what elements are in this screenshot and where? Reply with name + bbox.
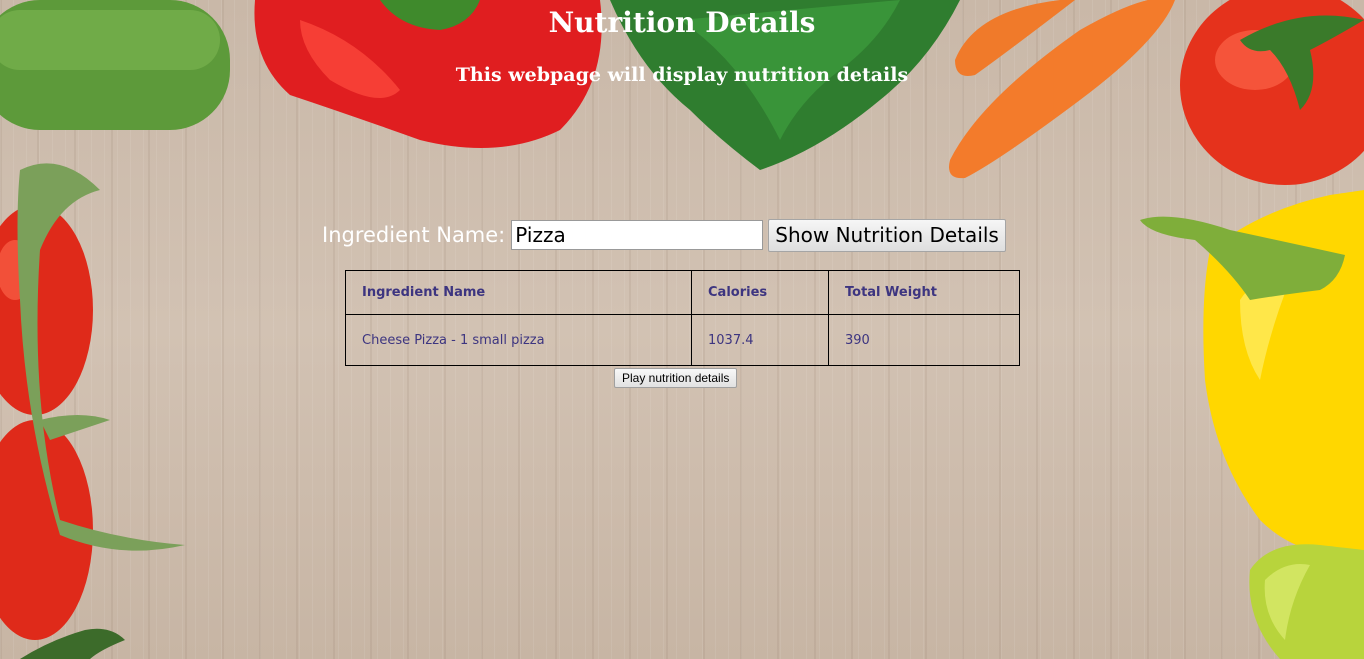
cell-calories: 1037.4 [691,314,829,366]
table-header-row: Ingredient Name Calories Total Weight [345,270,1020,315]
ingredient-search-form: Ingredient Name: Show Nutrition Details [322,218,1006,252]
yellow-pepper-image [1140,190,1364,556]
ingredient-name-label: Ingredient Name: [322,223,506,247]
column-header-calories: Calories [691,270,829,315]
column-header-ingredient-name: Ingredient Name [345,270,692,315]
play-nutrition-details-button[interactable]: Play nutrition details [614,368,738,388]
ingredient-name-input[interactable] [511,220,764,250]
cherry-tomato-vine-image [0,163,185,640]
cell-total-weight: 390 [828,314,1020,366]
cell-ingredient-name: Cheese Pizza - 1 small pizza [345,314,692,366]
nutrition-results-table: Ingredient Name Calories Total Weight Ch… [345,270,1020,366]
show-nutrition-details-button[interactable]: Show Nutrition Details [768,218,1006,252]
page-title: Nutrition Details [548,6,816,39]
table-row: Cheese Pizza - 1 small pizza 1037.4 390 [345,314,1020,366]
page-subtitle: This webpage will display nutrition deta… [455,64,909,86]
green-pepper-image [1249,544,1364,659]
column-header-total-weight: Total Weight [828,270,1020,315]
